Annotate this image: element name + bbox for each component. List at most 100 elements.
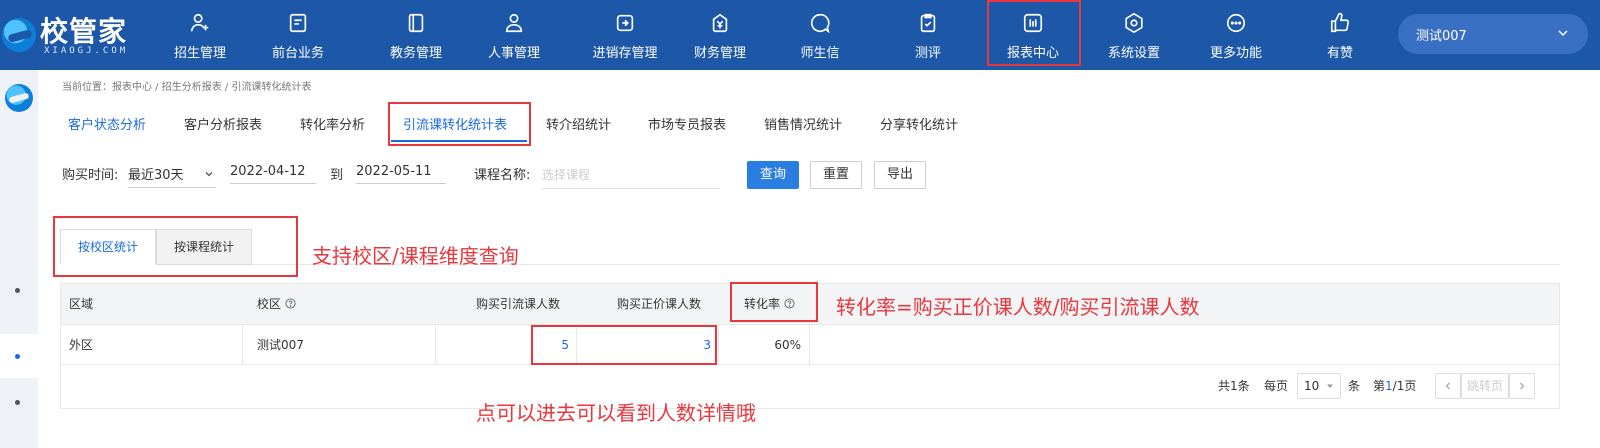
nav-item-frontdesk[interactable]: 前台业务 — [258, 0, 338, 70]
nav-item-finance[interactable]: 财务管理 — [680, 0, 760, 70]
column-divider — [242, 325, 243, 364]
pagination-unit: 条 — [1348, 379, 1361, 393]
rail-item-2[interactable] — [0, 334, 38, 378]
thumbs-up-icon — [1329, 12, 1351, 34]
nav-item-settings[interactable]: 系统设置 — [1094, 0, 1174, 70]
top-navbar: 校管家 XIAOGJ.COM 招生管理 前台业务 教务管理 人事管理 进销存管理… — [0, 0, 1600, 70]
tab-customer-status[interactable]: 客户状态分析 — [68, 114, 146, 133]
nav-item-label: 人事管理 — [487, 46, 540, 61]
next-page-button[interactable] — [1509, 373, 1535, 399]
left-rail — [0, 70, 38, 448]
page-size-select[interactable]: 10 — [1297, 373, 1341, 399]
report-subtabs: 客户状态分析 客户分析报表 转化率分析 引流课转化统计表 转介绍统计 市场专员报… — [38, 100, 1600, 142]
brand-subtitle: XIAOGJ.COM — [44, 46, 129, 56]
nav-item-academic[interactable]: 教务管理 — [376, 0, 456, 70]
chevron-down-icon — [1556, 26, 1570, 40]
active-tab-highlight-box — [388, 102, 531, 146]
table-footer: 共1条 每页 10 条 第1/1页 跳转页 — [60, 365, 1560, 409]
dot-icon — [15, 400, 20, 405]
buy-time-label: 购买时间: — [62, 168, 119, 183]
brand-logo-mark-icon — [2, 18, 36, 52]
person-icon — [503, 12, 525, 34]
nav-item-label: 更多功能 — [1209, 46, 1262, 61]
tab-share-conversion[interactable]: 分享转化统计 — [880, 114, 958, 133]
rail-logo-icon[interactable] — [5, 84, 33, 112]
monitor-icon — [287, 12, 309, 34]
nav-item-label: 有赞 — [1326, 46, 1353, 61]
tab-marketing-staff[interactable]: 市场专员报表 — [648, 114, 726, 133]
tab-referral[interactable]: 转介绍统计 — [546, 114, 611, 133]
course-name-label: 课程名称: — [474, 168, 531, 183]
clipboard-check-icon — [917, 12, 939, 34]
user-menu[interactable]: 测试007 — [1398, 14, 1588, 54]
brand-title: 校管家 — [40, 15, 128, 48]
column-divider — [718, 325, 719, 364]
col-header-trial-buyers: 购买引流课人数 — [476, 297, 561, 311]
nav-item-label: 教务管理 — [389, 46, 442, 61]
cell-campus: 测试007 — [257, 338, 304, 352]
chevron-right-icon — [1520, 382, 1525, 390]
nav-item-inventory[interactable]: 进销存管理 — [580, 0, 670, 70]
period-value: 最近30天 — [128, 168, 184, 183]
cell-rate: 60% — [774, 338, 801, 352]
user-add-icon — [189, 12, 211, 34]
inventory-icon — [614, 12, 636, 34]
pagination-page-info: 第1/1页 — [1373, 373, 1416, 399]
brand-logo[interactable]: 校管家 XIAOGJ.COM — [0, 0, 150, 70]
col-header-campus: 校区 — [257, 284, 296, 324]
nav-item-enrollment[interactable]: 招生管理 — [160, 0, 240, 70]
user-name: 测试007 — [1416, 29, 1467, 44]
end-date-input[interactable]: 2022-05-11 — [356, 164, 446, 184]
query-button[interactable]: 查询 — [747, 161, 799, 189]
nav-item-assessment[interactable]: 测评 — [888, 0, 968, 70]
nav-item-label: 系统设置 — [1107, 46, 1160, 61]
reset-button[interactable]: 重置 — [810, 161, 862, 189]
nav-item-more[interactable]: 更多功能 — [1196, 0, 1276, 70]
counts-highlight-box — [531, 325, 717, 365]
prev-page-button[interactable] — [1435, 373, 1461, 399]
caret-down-icon — [1327, 384, 1334, 388]
breadcrumb: 当前位置：报表中心 / 招生分析报表 / 引流课转化统计表 — [62, 82, 312, 93]
page-current: 1 — [1385, 379, 1393, 393]
dot-icon — [15, 288, 20, 293]
tab-customer-report[interactable]: 客户分析报表 — [184, 114, 262, 133]
tab-conversion-rate[interactable]: 转化率分析 — [300, 114, 365, 133]
chevron-left-icon — [1445, 382, 1450, 390]
export-button[interactable]: 导出 — [874, 161, 926, 189]
dimension-annotation: 支持校区/课程维度查询 — [312, 244, 519, 268]
rail-item-3[interactable] — [0, 380, 38, 424]
nav-item-label: 师生信 — [800, 46, 840, 61]
nav-item-messaging[interactable]: 师生信 — [780, 0, 860, 70]
to-label: 到 — [330, 168, 344, 183]
nav-item-label: 财务管理 — [693, 46, 746, 61]
tab-sales[interactable]: 销售情况统计 — [764, 114, 842, 133]
yuan-icon — [709, 12, 731, 34]
nav-item-label: 测评 — [914, 46, 941, 61]
page-suffix: /1页 — [1392, 379, 1417, 393]
col-header-regular-buyers: 购买正价课人数 — [617, 297, 702, 311]
nav-item-hr[interactable]: 人事管理 — [474, 0, 554, 70]
gear-icon — [1123, 12, 1145, 34]
pagination-total: 共1条 — [1218, 379, 1250, 393]
course-select-input[interactable]: 选择课程 — [542, 166, 720, 189]
jump-page-input[interactable]: 跳转页 — [1461, 373, 1509, 399]
page-prefix: 第 — [1373, 379, 1386, 393]
cell-region: 外区 — [69, 338, 94, 352]
table-row: 外区 测试007 5 3 60% — [60, 325, 1560, 365]
dot-icon — [15, 354, 20, 359]
col-header-campus-label: 校区 — [257, 297, 282, 311]
chat-icon — [809, 12, 831, 34]
period-select[interactable]: 最近30天 — [128, 164, 216, 188]
col-header-region: 区域 — [69, 297, 94, 311]
more-icon — [1225, 12, 1247, 34]
help-icon — [285, 298, 296, 309]
click-hint-annotation: 点可以进去可以看到人数详情哦 — [476, 401, 756, 425]
start-date-input[interactable]: 2022-04-12 — [230, 164, 316, 184]
dimension-highlight-box — [53, 216, 298, 277]
column-divider — [809, 325, 810, 364]
book-icon — [405, 12, 427, 34]
pagination-per-page-label: 每页 — [1264, 379, 1289, 393]
nav-item-youzan[interactable]: 有赞 — [1300, 0, 1380, 70]
rail-item-1[interactable] — [0, 268, 38, 312]
reports-highlight-box — [987, 0, 1081, 66]
